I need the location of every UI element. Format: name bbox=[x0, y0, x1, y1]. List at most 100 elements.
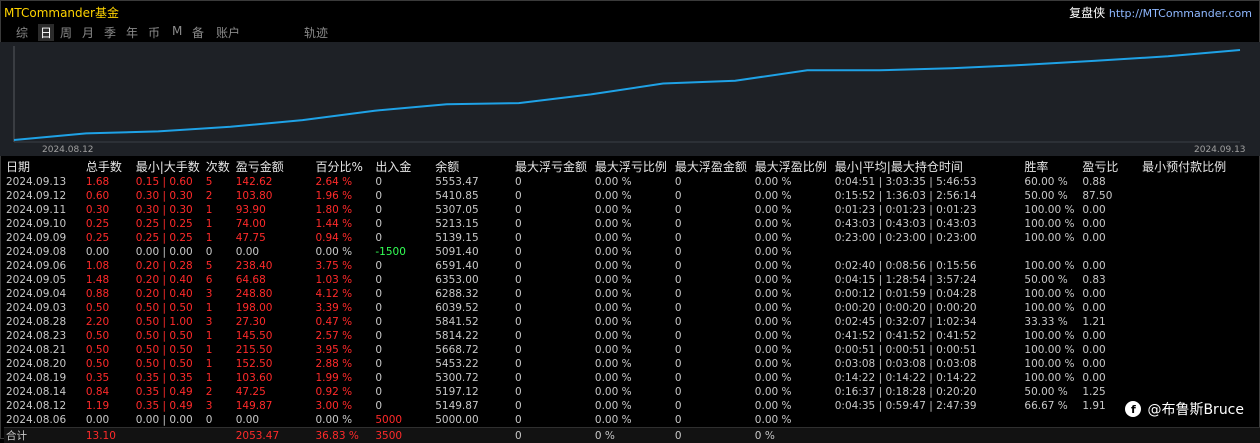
table-cell: 0 bbox=[373, 203, 433, 217]
table-cell: 0 bbox=[513, 413, 593, 428]
table-cell: 0 bbox=[513, 217, 593, 231]
table-cell: 0:04:15 | 1:28:54 | 3:57:24 bbox=[833, 273, 1023, 287]
table-cell: 2024.08.20 bbox=[4, 357, 84, 371]
tab-9[interactable]: 账户 bbox=[216, 24, 240, 41]
table-cell: 238.40 bbox=[234, 259, 314, 273]
tab-5[interactable]: 年 bbox=[126, 24, 138, 41]
table-cell: 100.00 % bbox=[1022, 287, 1080, 301]
brand-url-link[interactable]: http://MTCommander.com bbox=[1109, 7, 1252, 20]
table-cell: 2024.08.21 bbox=[4, 343, 84, 357]
table-cell: 0.00 bbox=[1080, 329, 1140, 343]
table-cell: 0 bbox=[373, 301, 433, 315]
total-row: 合计13.102053.4736.83 %350000 %00 % bbox=[4, 428, 1260, 443]
table-cell: 0.94 % bbox=[313, 231, 373, 245]
table-cell: 47.75 bbox=[234, 231, 314, 245]
table-cell: 100.00 % bbox=[1022, 301, 1080, 315]
table-cell: 0.00 % bbox=[753, 315, 833, 329]
table-cell: 1.68 bbox=[84, 175, 134, 189]
brand-right-cn: 复盘侠 bbox=[1069, 6, 1105, 20]
tab-4[interactable]: 季 bbox=[104, 24, 116, 41]
tab-8[interactable]: 备 bbox=[192, 24, 204, 41]
table-cell: 0.00 % bbox=[753, 371, 833, 385]
app-title: MTCommander基金 bbox=[4, 4, 119, 21]
table-cell bbox=[1140, 329, 1260, 343]
table-cell: 0.20 | 0.28 bbox=[134, 259, 204, 273]
table-cell: 0 bbox=[204, 413, 234, 428]
table-cell: 5 bbox=[204, 259, 234, 273]
column-header: 最小|大手数 bbox=[134, 158, 204, 175]
table-cell: 0 bbox=[513, 343, 593, 357]
table-cell: 0.00 | 0.00 bbox=[134, 245, 204, 259]
table-cell: 0.30 bbox=[84, 203, 134, 217]
table-cell: 1 bbox=[204, 231, 234, 245]
watermark-text: @布鲁斯Bruce bbox=[1147, 399, 1244, 419]
table-cell: 74.00 bbox=[234, 217, 314, 231]
table-row: 2024.08.210.500.50 | 0.501215.503.95 %05… bbox=[4, 343, 1260, 357]
table-cell bbox=[1140, 315, 1260, 329]
table-cell: 0:43:03 | 0:43:03 | 0:43:03 bbox=[833, 217, 1023, 231]
table-row: 2024.09.120.600.30 | 0.302103.801.96 %05… bbox=[4, 189, 1260, 203]
table-cell: 145.50 bbox=[234, 329, 314, 343]
table-cell: 0:00:20 | 0:00:20 | 0:00:20 bbox=[833, 301, 1023, 315]
table-cell: 0.15 | 0.60 bbox=[134, 175, 204, 189]
column-header: 百分比% bbox=[313, 158, 373, 175]
table-cell: 5149.87 bbox=[433, 399, 513, 413]
column-header: 最大浮盈金额 bbox=[673, 158, 753, 175]
chart-end-date: 2024.09.13 bbox=[1194, 145, 1246, 155]
table-cell: 0.00 % bbox=[593, 315, 673, 329]
tab-10[interactable]: 轨迹 bbox=[304, 24, 328, 41]
table-cell: 0.00 bbox=[234, 413, 314, 428]
table-cell: 0 bbox=[373, 189, 433, 203]
column-header: 盈亏金额 bbox=[234, 158, 314, 175]
table-cell: 0:41:52 | 0:41:52 | 0:41:52 bbox=[833, 329, 1023, 343]
table-cell: 27.30 bbox=[234, 315, 314, 329]
table-cell: 0 bbox=[513, 371, 593, 385]
table-cell: 1 bbox=[204, 357, 234, 371]
table-cell: 0.00 % bbox=[593, 301, 673, 315]
table-row: 2024.08.190.350.35 | 0.351103.601.99 %05… bbox=[4, 371, 1260, 385]
tab-1[interactable]: 日 bbox=[38, 24, 54, 41]
table-cell: 152.50 bbox=[234, 357, 314, 371]
table-cell bbox=[1140, 287, 1260, 301]
table-cell: 0.00 % bbox=[753, 329, 833, 343]
table-header: 日期总手数最小|大手数次数盈亏金额百分比%出入金余额最大浮亏金额最大浮亏比例最大… bbox=[4, 158, 1260, 175]
table-cell: 0.83 bbox=[1080, 273, 1140, 287]
tab-7[interactable]: M bbox=[172, 24, 182, 38]
table-cell: 0.00 % bbox=[593, 413, 673, 428]
table-cell: 2024.08.23 bbox=[4, 329, 84, 343]
table-cell: 0:00:12 | 0:01:59 | 0:04:28 bbox=[833, 287, 1023, 301]
table-cell: 0.00 % bbox=[753, 259, 833, 273]
table-cell: 0.00 % bbox=[313, 245, 373, 259]
tab-0[interactable]: 综 bbox=[16, 24, 28, 41]
table-cell: 6591.40 bbox=[433, 259, 513, 273]
tab-3[interactable]: 月 bbox=[82, 24, 94, 41]
watermark: f @布鲁斯Bruce bbox=[1125, 399, 1244, 419]
table-cell: 1 bbox=[204, 329, 234, 343]
table-cell: 0.00 % bbox=[593, 175, 673, 189]
equity-chart-svg bbox=[0, 42, 1260, 156]
table-cell bbox=[833, 245, 1023, 259]
table-cell: 0.50 | 0.50 bbox=[134, 357, 204, 371]
table-cell: 0 bbox=[513, 287, 593, 301]
table-cell: 1.48 bbox=[84, 273, 134, 287]
tab-2[interactable]: 周 bbox=[60, 24, 72, 41]
table-cell bbox=[1140, 189, 1260, 203]
brand-right[interactable]: 复盘侠 http://MTCommander.com bbox=[1069, 4, 1252, 21]
table-cell: 3 bbox=[204, 315, 234, 329]
table-cell: 0.00 % bbox=[753, 175, 833, 189]
table-cell: 0.50 | 1.00 bbox=[134, 315, 204, 329]
table-cell: 0.84 bbox=[84, 385, 134, 399]
table-cell: 198.00 bbox=[234, 301, 314, 315]
tab-6[interactable]: 币 bbox=[148, 24, 160, 41]
table-cell: 0.00 bbox=[1080, 301, 1140, 315]
table-cell: 60.00 % bbox=[1022, 175, 1080, 189]
table-cell: 0.00 % bbox=[593, 357, 673, 371]
column-header: 最大浮亏金额 bbox=[513, 158, 593, 175]
column-header: 次数 bbox=[204, 158, 234, 175]
table-cell: 0:16:37 | 0:18:28 | 0:20:20 bbox=[833, 385, 1023, 399]
table-cell: 1 bbox=[204, 203, 234, 217]
table-cell: 5814.22 bbox=[433, 329, 513, 343]
table-cell: 0.00 % bbox=[593, 371, 673, 385]
table-cell: 2024.08.28 bbox=[4, 315, 84, 329]
table-cell: 2024.09.03 bbox=[4, 301, 84, 315]
